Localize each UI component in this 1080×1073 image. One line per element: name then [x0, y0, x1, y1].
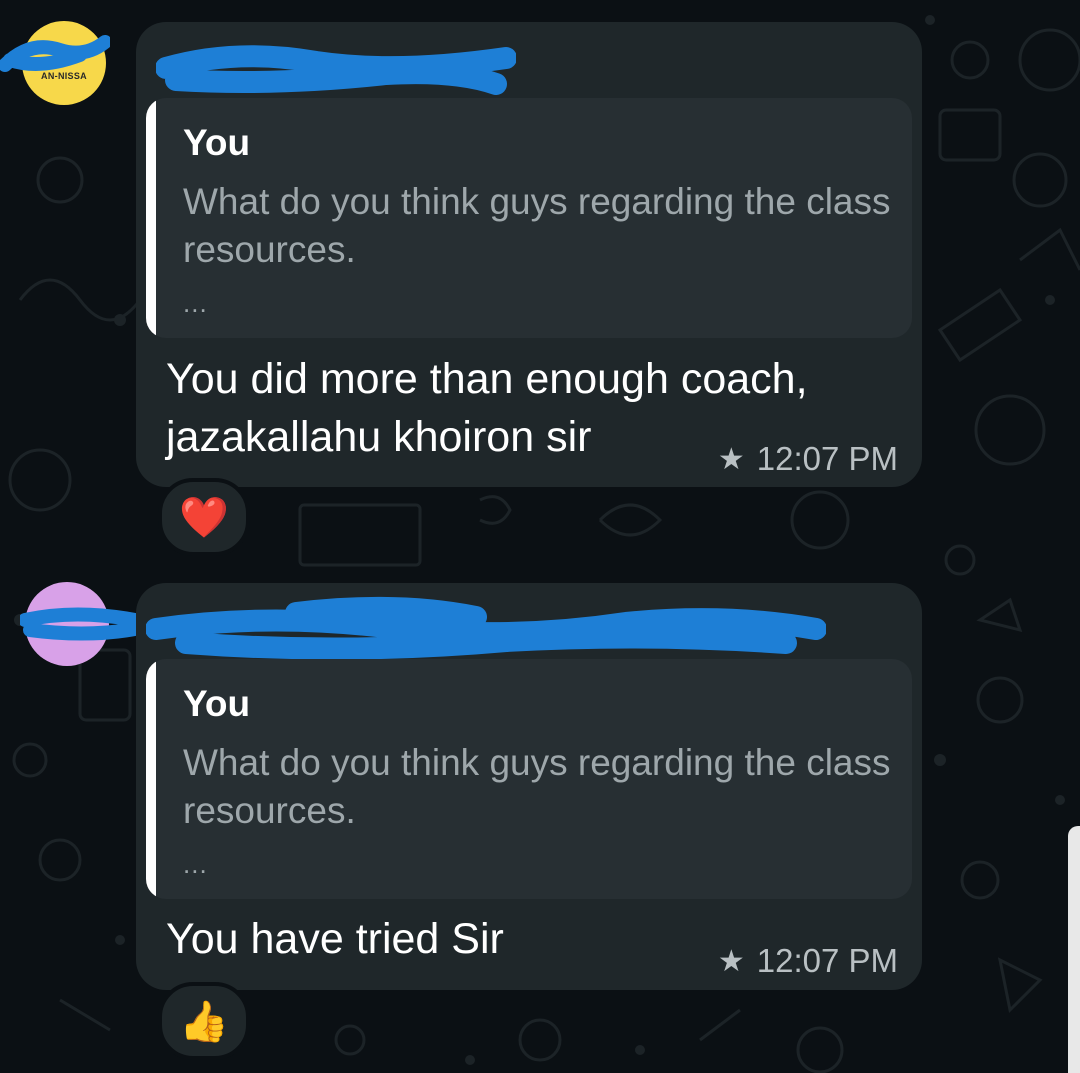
- scroll-edge[interactable]: [1068, 826, 1080, 1073]
- quote-bar: [146, 98, 156, 338]
- redaction-scribble: [0, 35, 110, 72]
- message-bubble[interactable]: You What do you think guys regarding the…: [136, 22, 922, 487]
- star-icon: ★: [717, 944, 745, 978]
- message-time: 12:07 PM: [756, 440, 898, 477]
- reaction-thumbs-up[interactable]: 👍: [158, 982, 250, 1060]
- quote-text: What do you think guys regarding the cla…: [183, 742, 891, 831]
- message-meta: ★ 12:07 PM: [718, 942, 898, 980]
- quote-author: You: [183, 683, 251, 724]
- redacted-sender-name: [156, 45, 516, 95]
- redacted-sender-name: [146, 596, 826, 660]
- quoted-message[interactable]: You What do you think guys regarding the…: [146, 98, 912, 338]
- message-time: 12:07 PM: [756, 942, 898, 979]
- quote-text: What do you think guys regarding the cla…: [183, 181, 891, 270]
- message-text: You have tried Sir: [166, 915, 504, 963]
- quote-ellipsis: ...: [183, 849, 208, 879]
- star-icon: ★: [717, 442, 745, 476]
- quoted-message[interactable]: You What do you think guys regarding the…: [146, 659, 912, 899]
- message-meta: ★ 12:07 PM: [718, 440, 898, 478]
- message-bubble[interactable]: You What do you think guys regarding the…: [136, 583, 922, 990]
- reaction-heart[interactable]: ❤️: [158, 478, 250, 556]
- redaction-scribble: [20, 607, 150, 641]
- message-text-line: You did more than enough coach,: [166, 355, 808, 403]
- message-text: You did more than enough coach, jazakall…: [166, 350, 808, 466]
- quote-ellipsis: ...: [183, 288, 208, 318]
- quote-author: You: [183, 122, 251, 163]
- message-text-line: jazakallahu khoiron sir: [166, 413, 592, 461]
- quote-bar: [146, 659, 156, 899]
